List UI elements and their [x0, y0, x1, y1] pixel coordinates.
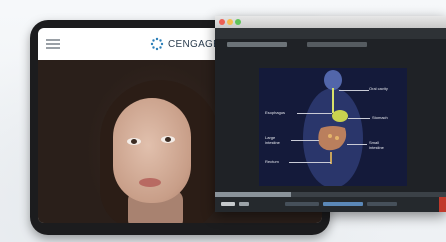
volume-button[interactable] [239, 202, 249, 206]
leader-line [291, 140, 319, 141]
window-titlebar [215, 16, 446, 28]
breadcrumb [227, 42, 287, 47]
play-button[interactable] [221, 202, 235, 206]
anatomy-slide: Oral cavity Esophagus Stomach Large inte… [259, 68, 407, 188]
lesson-title-bar [307, 42, 367, 47]
leader-line [297, 113, 332, 114]
label-rectum: Rectum [265, 159, 279, 164]
close-icon[interactable] [219, 19, 225, 25]
leader-line [339, 90, 369, 91]
cengage-logo-icon [150, 37, 164, 51]
leader-line [347, 144, 367, 145]
lips [139, 178, 161, 187]
label-oral-cavity: Oral cavity [369, 86, 388, 91]
label-esophagus: Esophagus [265, 110, 286, 115]
brand-name: CENGAGE [168, 38, 221, 50]
minimize-icon[interactable] [227, 19, 233, 25]
player-controls [215, 197, 446, 212]
brand-logo: CENGAGE [150, 37, 220, 51]
maximize-icon[interactable] [235, 19, 241, 25]
label-small-intestine: Small intestine [369, 140, 384, 150]
person-face [113, 98, 191, 203]
right-eye [161, 136, 175, 143]
leader-line [348, 118, 370, 119]
active-tab[interactable] [323, 202, 363, 206]
lecture-window: Oral cavity Esophagus Stomach Large inte… [215, 16, 446, 212]
chapter-tab[interactable] [285, 202, 319, 206]
label-large-intestine: Large intestine [265, 135, 280, 145]
left-eye [127, 138, 141, 145]
notes-tab[interactable] [367, 202, 397, 206]
hamburger-menu-icon[interactable] [46, 39, 60, 49]
label-stomach: Stomach [372, 115, 388, 120]
side-thumbnail [439, 197, 446, 212]
window-menubar [215, 28, 446, 47]
leader-line [289, 162, 331, 163]
